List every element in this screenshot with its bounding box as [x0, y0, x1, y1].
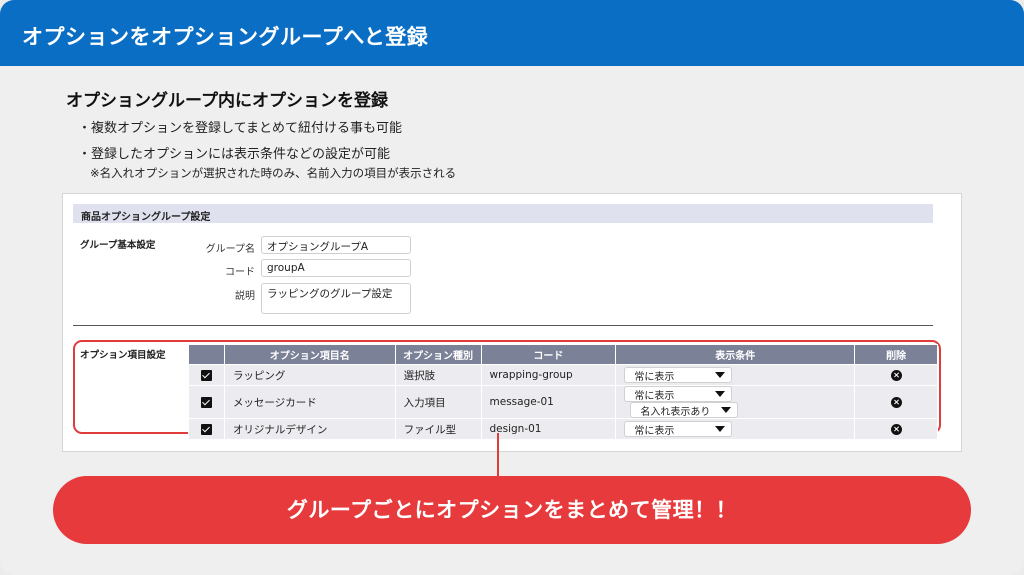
basic-settings-label: グループ基本設定 [80, 240, 156, 251]
header-delete: 削除 [854, 344, 938, 365]
option-code: message-01 [480, 385, 617, 419]
select-value: 常に表示 [634, 371, 675, 383]
display-condition-select[interactable]: 常に表示 [624, 386, 733, 402]
select-value: 名入れ表示あり [640, 406, 711, 418]
group-name-input[interactable]: オプショングループA [261, 236, 411, 254]
caret-down-icon [715, 372, 726, 378]
delete-icon[interactable] [890, 396, 902, 408]
code-input[interactable]: groupA [261, 259, 411, 277]
display-condition-select[interactable]: 常に表示 [624, 367, 733, 383]
option-name: ラッピング [223, 364, 396, 386]
option-items-table: オプション項目名 オプション種別 コード 表示条件 削除 ラッピング 選択肢 w… [188, 344, 938, 440]
table-row: オリジナルデザイン ファイル型 design-01 常に表示 [188, 418, 938, 440]
select-value: 常に表示 [634, 425, 675, 437]
table-row: ラッピング 選択肢 wrapping-group 常に表示 [188, 364, 938, 386]
option-items-label: オプション項目設定 [80, 350, 166, 361]
header-name: オプション項目名 [223, 344, 396, 365]
option-type: 入力項目 [394, 385, 482, 419]
header-code: コード [480, 344, 617, 365]
bullet-1: ・複数オプションを登録してまとめて紐付ける事も可能 [78, 121, 402, 136]
option-type: 選択肢 [394, 364, 482, 386]
summary-banner: グループごとにオプションをまとめて管理！！ [53, 476, 971, 544]
delete-icon[interactable] [890, 369, 902, 381]
option-code: wrapping-group [480, 364, 617, 386]
header-type: オプション種別 [394, 344, 482, 365]
option-name: オリジナルデザイン [223, 418, 396, 440]
note-text: ※名入れオプションが選択された時のみ、名前入力の項目が表示される [90, 166, 457, 180]
section-subtitle: オプショングループ内にオプションを登録 [66, 91, 388, 111]
bullet-2: ・登録したオプションには表示条件などの設定が可能 [78, 147, 391, 162]
row-checkbox[interactable] [200, 369, 212, 381]
option-type: ファイル型 [394, 418, 482, 440]
group-name-label: グループ名 [205, 244, 255, 255]
header-conditions: 表示条件 [615, 344, 856, 365]
section-divider [73, 325, 933, 326]
option-group-settings-panel: 商品オプショングループ設定 グループ基本設定 グループ名 オプショングループA … [62, 193, 962, 452]
delete-icon[interactable] [890, 423, 902, 435]
option-code: design-01 [480, 418, 617, 440]
page-title: オプションをオプショングループへと登録 [0, 0, 1024, 66]
name-condition-select[interactable]: 名入れ表示あり [630, 402, 739, 418]
table-row: メッセージカード 入力項目 message-01 常に表示 名入れ表示あり [188, 385, 938, 419]
display-condition-select[interactable]: 常に表示 [624, 421, 733, 437]
panel-title: 商品オプショングループ設定 [73, 204, 933, 223]
table-header-row: オプション項目名 オプション種別 コード 表示条件 削除 [188, 344, 938, 365]
code-label: コード [225, 267, 255, 278]
description-label: 説明 [235, 291, 255, 302]
caret-down-icon [715, 426, 726, 432]
description-textarea[interactable]: ラッピングのグループ設定 [261, 283, 411, 314]
slide-frame: オプションをオプショングループへと登録 オプショングループ内にオプションを登録 … [0, 0, 1024, 575]
header-check [188, 344, 225, 365]
connector-line [497, 433, 499, 477]
option-name: メッセージカード [223, 385, 396, 419]
row-checkbox[interactable] [200, 396, 212, 408]
caret-down-icon [715, 391, 726, 397]
row-checkbox[interactable] [200, 423, 212, 435]
caret-down-icon [721, 407, 732, 413]
select-value: 常に表示 [634, 390, 675, 402]
